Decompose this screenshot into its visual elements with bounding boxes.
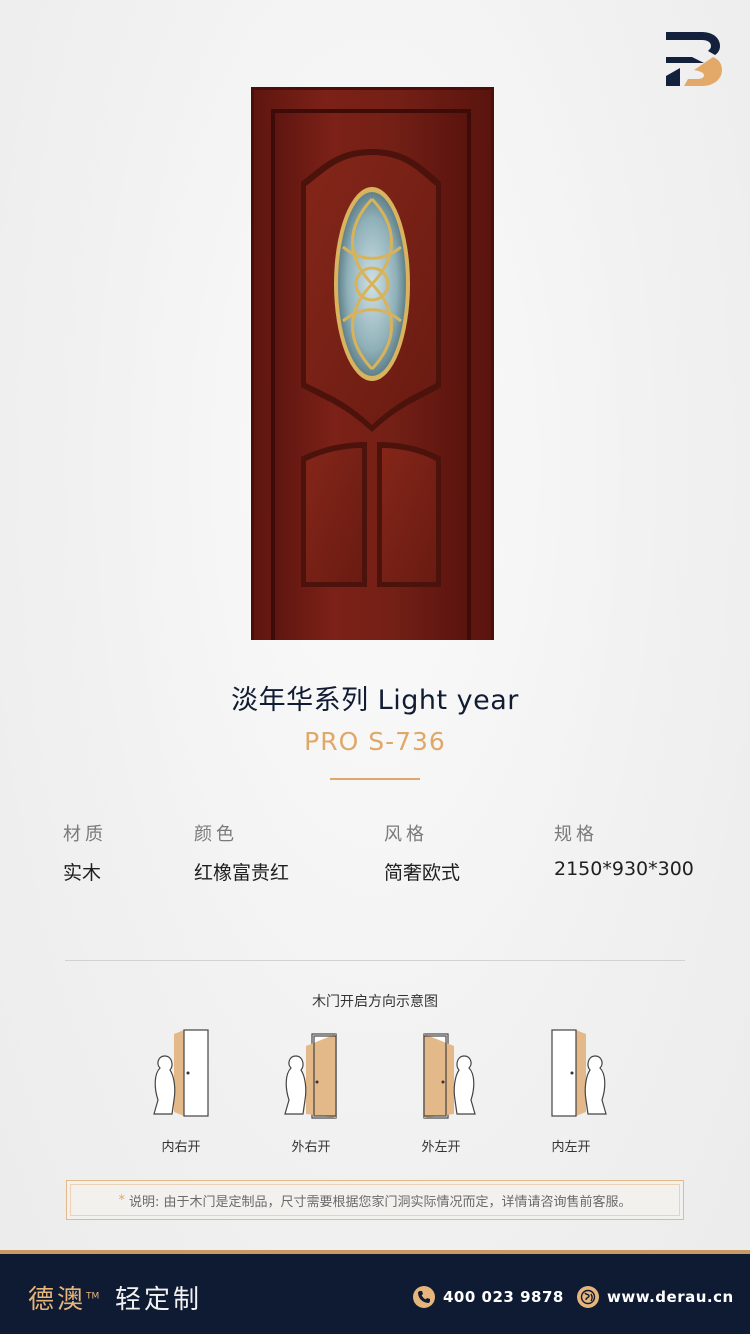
section-divider: [65, 960, 685, 961]
trademark-mark: TM: [86, 1291, 100, 1302]
globe-icon: [577, 1286, 599, 1308]
spec-value: 红橡富贵红: [194, 862, 290, 884]
note-box: * 说明: 由于木门是定制品，尺寸需要根据您家门洞实际情况而定，详情请咨询售前客…: [66, 1180, 684, 1220]
door-outward-right-icon: [280, 1028, 350, 1120]
spec-label: 风格: [384, 824, 428, 845]
spec-style: 风格 简奢欧式: [384, 820, 460, 885]
product-series-title: 淡年华系列 Light year: [231, 685, 519, 716]
spec-material: 材质 实木: [63, 820, 107, 885]
door-outward-left-icon: [410, 1028, 480, 1120]
spec-label: 规格: [554, 824, 598, 845]
footer-bar: 德澳TM 轻定制 400 023 9878 www.derau.cn: [0, 1250, 750, 1334]
spec-label: 材质: [63, 824, 107, 845]
note-marker: *: [118, 1192, 125, 1208]
spec-size: 规格 2150*930*300: [554, 820, 694, 880]
door-inward-left-icon: [540, 1028, 610, 1120]
spec-color: 颜色 红橡富贵红: [194, 820, 289, 885]
spec-label: 颜色: [194, 824, 238, 845]
product-model: PRO S-736: [304, 727, 446, 756]
spec-value: 简奢欧式: [384, 862, 461, 884]
footer-brand: 德澳TM: [28, 1279, 99, 1316]
footer-phone[interactable]: 400 023 9878: [443, 1288, 564, 1306]
door-caption: 内右开: [161, 1140, 201, 1155]
door-inward-right-icon: [150, 1028, 220, 1120]
footer-brand-name: 德澳: [28, 1285, 87, 1315]
footer-website[interactable]: www.derau.cn: [607, 1288, 734, 1306]
door-caption: 内左开: [551, 1140, 591, 1155]
door-caption: 外右开: [291, 1140, 331, 1155]
note-text: 说明: 由于木门是定制品，尺寸需要根据您家门洞实际情况而定，详情请咨询售前客服。: [128, 1194, 632, 1210]
spec-value: 实木: [63, 862, 102, 884]
diagram-title: 木门开启方向示意图: [312, 994, 438, 1010]
door-image: [251, 87, 494, 640]
phone-icon: [413, 1286, 435, 1308]
brand-logo: [664, 30, 724, 88]
footer-slogan: 轻定制: [115, 1285, 203, 1315]
door-caption: 外左开: [421, 1140, 461, 1155]
title-divider: [330, 778, 420, 780]
spec-value: 2150*930*300: [554, 858, 694, 880]
